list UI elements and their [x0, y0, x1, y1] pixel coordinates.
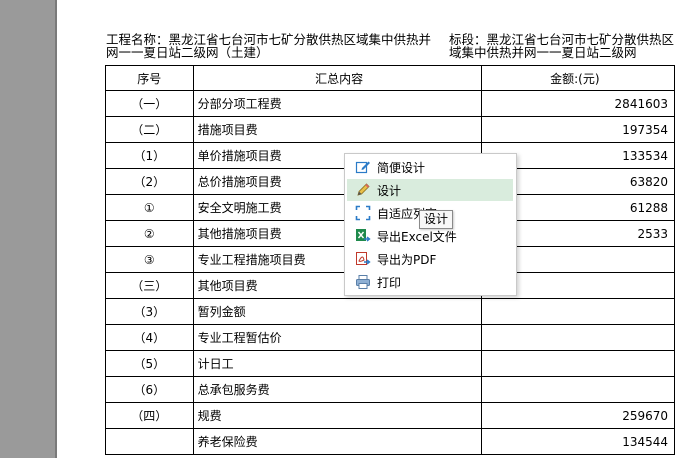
row-no — [105, 428, 194, 455]
menu-item-export-pdf[interactable]: 导出为PDF — [347, 248, 513, 270]
table-row[interactable]: （4） 专业工程暂估价 — [105, 324, 675, 351]
menu-item-label: 简便设计 — [377, 160, 426, 175]
row-no: ① — [105, 194, 194, 221]
table-row[interactable]: （3） 暂列金额 — [105, 298, 675, 325]
row-amount: 259670 — [480, 402, 675, 429]
tooltip: 设计 — [419, 210, 454, 229]
column-header-amount: 金额:(元) — [480, 65, 675, 91]
menu-item-design[interactable]: 设计 — [347, 179, 513, 201]
row-content: 计日工 — [192, 350, 482, 377]
row-no: （三） — [105, 272, 194, 299]
column-header-no: 序号 — [105, 65, 194, 91]
menu-item-print[interactable]: 打印 — [347, 271, 513, 293]
row-amount — [480, 350, 675, 377]
row-amount — [480, 376, 675, 403]
left-gutter — [0, 0, 55, 458]
table-row[interactable]: （四） 规费 259670 — [105, 402, 675, 429]
left-gutter-border — [55, 0, 57, 458]
table-row[interactable]: （6） 总承包服务费 — [105, 376, 675, 403]
row-amount: 134544 — [480, 428, 675, 455]
fit-columns-icon — [355, 205, 371, 221]
menu-item-label: 打印 — [377, 275, 402, 290]
row-no: （一） — [105, 90, 194, 117]
table-header-row: 序号 汇总内容 金额:(元) — [105, 65, 675, 91]
row-no: （6） — [105, 376, 194, 403]
row-no: （2） — [105, 168, 194, 195]
row-no: （四） — [105, 402, 194, 429]
row-content: 暂列金额 — [192, 298, 482, 325]
row-content: 养老保险费 — [192, 428, 482, 455]
row-content: 分部分项工程费 — [192, 90, 482, 117]
row-no: ② — [105, 220, 194, 247]
row-no: （二） — [105, 116, 194, 143]
table-row[interactable]: （一） 分部分项工程费 2841603 — [105, 90, 675, 117]
row-no: ③ — [105, 246, 194, 273]
row-no: （5） — [105, 350, 194, 377]
pdf-icon — [355, 251, 371, 267]
table-row[interactable]: （二） 措施项目费 197354 — [105, 116, 675, 143]
row-no: （1） — [105, 142, 194, 169]
pencil-icon — [355, 182, 371, 198]
menu-item-label: 导出为PDF — [377, 252, 437, 267]
section-name-header: 标段：黑龙江省七台河市七矿分散供热区域集中供热并网一一夏日站二级网 — [449, 32, 675, 60]
row-content: 规费 — [192, 402, 482, 429]
menu-item-label: 导出Excel文件 — [377, 229, 457, 244]
row-content: 专业工程暂估价 — [192, 324, 482, 351]
row-no: （3） — [105, 298, 194, 325]
table-row[interactable]: 养老保险费 134544 — [105, 428, 675, 455]
table-row[interactable]: （5） 计日工 — [105, 350, 675, 377]
row-amount: 197354 — [480, 116, 675, 143]
column-header-content: 汇总内容 — [192, 65, 482, 91]
project-name-header: 工程名称：黑龙江省七台河市七矿分散供热区域集中供热并网一一夏日站二级网（土建） — [106, 32, 432, 60]
printer-icon — [355, 274, 371, 290]
menu-item-label: 设计 — [377, 183, 402, 198]
row-amount: 2841603 — [480, 90, 675, 117]
edit-icon — [355, 159, 371, 175]
menu-item-simple-design[interactable]: 简便设计 — [347, 156, 513, 178]
row-content: 措施项目费 — [192, 116, 482, 143]
row-content: 总承包服务费 — [192, 376, 482, 403]
row-amount — [480, 298, 675, 325]
excel-icon — [355, 228, 371, 244]
row-amount — [480, 324, 675, 351]
row-no: （4） — [105, 324, 194, 351]
